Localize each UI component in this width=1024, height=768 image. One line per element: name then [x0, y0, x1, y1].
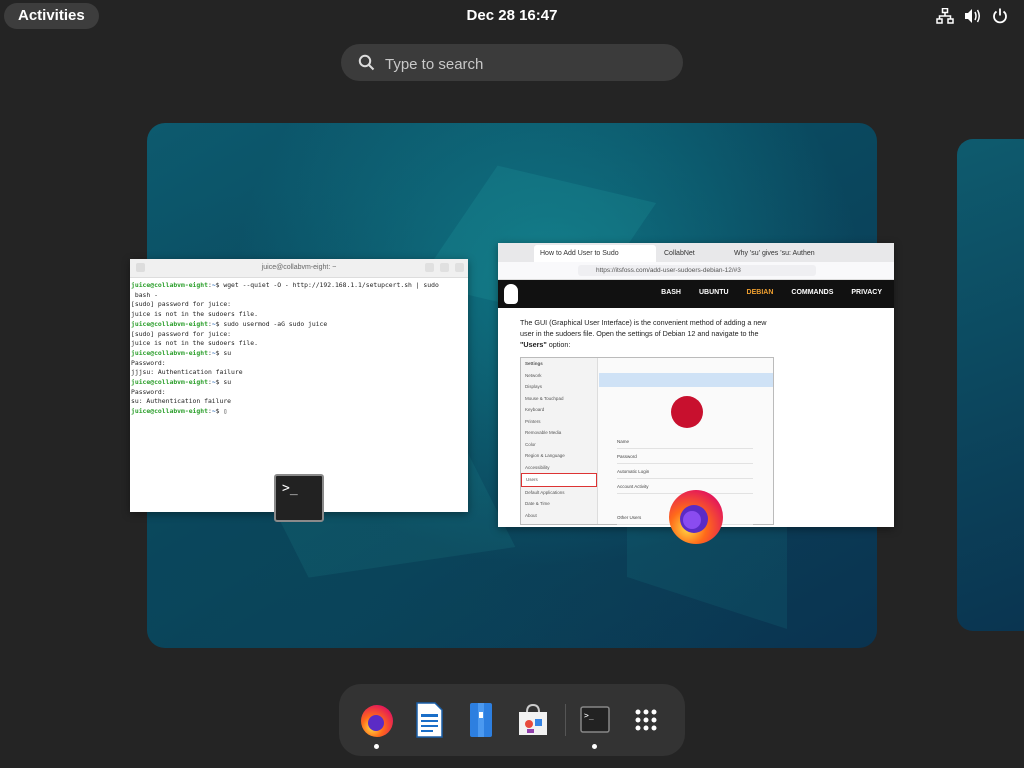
- settings-sidebar-item: Printers: [525, 418, 541, 424]
- terminal-icon[interactable]: >_: [575, 700, 615, 740]
- terminal-line: [sudo] password for juice:: [131, 300, 232, 309]
- tab-strip: How to Add User to Sudo CollabNet Why 's…: [498, 243, 894, 262]
- terminal-line: juice@collabvm-eight:~$ ▯: [131, 407, 228, 416]
- menu-icon: [440, 263, 449, 272]
- system-menu[interactable]: [936, 7, 1010, 24]
- settings-sidebar-item: Color: [525, 441, 536, 447]
- power-icon[interactable]: [992, 8, 1010, 24]
- software-icon[interactable]: [513, 700, 553, 740]
- clock[interactable]: Dec 28 16:47: [0, 7, 1024, 24]
- settings-row: Automatic Login: [617, 466, 753, 479]
- settings-sidebar-item: Removable Media: [525, 430, 562, 435]
- tab[interactable]: CollabNet: [658, 245, 730, 262]
- settings-screenshot: Settings Network Displays Mouse & Touchpad K…: [520, 357, 774, 525]
- url-field[interactable]: https://itsfoss.com/add-user-sudoers-deb…: [578, 265, 816, 276]
- terminal-line: su: Authentication failure: [131, 397, 232, 406]
- settings-row: Password: [617, 451, 753, 464]
- writer-icon[interactable]: [409, 700, 449, 740]
- terminal-line: bash -: [131, 290, 158, 299]
- terminal-output: juice@collabvm-eight:~$ wget --quiet -O …: [131, 281, 468, 417]
- settings-sidebar-item: Mouse & Touchpad: [525, 395, 564, 401]
- debian-logo: [671, 396, 703, 428]
- terminal-line: juice is not in the sudoers file.: [131, 310, 258, 319]
- tab[interactable]: Why 'su' gives 'su: Authen: [728, 245, 840, 262]
- search-bar[interactable]: [341, 44, 683, 81]
- search-icon: [425, 263, 434, 272]
- terminal-title: juice@collabvm-eight: ~: [261, 264, 337, 271]
- terminal-line: Password:: [131, 358, 166, 367]
- dash: >_: [339, 684, 685, 756]
- search-input[interactable]: [383, 50, 667, 78]
- site-nav: BASH UBUNTU DEBIAN COMMANDS PRIVACY: [498, 280, 894, 308]
- nav-debian[interactable]: DEBIAN: [747, 289, 774, 296]
- settings-sidebar: Settings Network Displays Mouse & Touchpad K…: [521, 358, 598, 524]
- terminal-line: jjjsu: Authentication failure: [131, 368, 243, 377]
- nav-commands[interactable]: COMMANDS: [791, 289, 833, 296]
- url-bar[interactable]: https://itsfoss.com/add-user-sudoers-deb…: [498, 262, 894, 280]
- nav-privacy[interactable]: PRIVACY: [851, 289, 882, 296]
- settings-sidebar-item: Displays: [525, 384, 543, 389]
- settings-sidebar-item: Users: [521, 473, 597, 487]
- new-tab-icon: [136, 263, 145, 272]
- svg-text:>_: >_: [584, 711, 594, 720]
- settings-sidebar-item: Keyboard: [525, 407, 545, 412]
- settings-sidebar-item: Default Applications: [525, 489, 565, 495]
- settings-sidebar-item: Region & Language: [525, 453, 565, 458]
- running-indicator: [592, 744, 597, 749]
- files-icon[interactable]: [461, 700, 501, 740]
- terminal-header: juice@collabvm-eight: ~: [130, 259, 468, 278]
- settings-sidebar-item: Date & Time: [525, 501, 550, 506]
- terminal-line: juice@collabvm-eight:~$ su: [131, 378, 232, 387]
- terminal-line: [sudo] password for juice:: [131, 329, 232, 338]
- settings-sidebar-item: Network: [525, 372, 542, 378]
- tab-active[interactable]: How to Add User to Sudo: [534, 245, 656, 262]
- volume-icon[interactable]: [964, 8, 982, 24]
- search-icon: [358, 54, 375, 71]
- terminal-line: juice is not in the sudoers file.: [131, 339, 258, 348]
- site-logo: [504, 284, 518, 304]
- terminal-line: juice@collabvm-eight:~$ sudo usermod -aG…: [131, 319, 328, 328]
- settings-sidebar-item: Accessibility: [525, 464, 550, 470]
- terminal-app-icon: >_: [274, 474, 324, 522]
- close-icon: [455, 263, 464, 272]
- nav-bash[interactable]: BASH: [661, 289, 681, 296]
- network-icon[interactable]: [936, 7, 954, 24]
- dock-separator: [565, 704, 566, 736]
- firefox-app-icon: [669, 490, 723, 544]
- running-indicator: [374, 744, 379, 749]
- top-bar: Activities Dec 28 16:47: [0, 0, 1024, 32]
- firefox-icon[interactable]: [357, 700, 397, 740]
- article-paragraph: The GUI (Graphical User Interface) is th…: [520, 318, 767, 349]
- terminal-line: Password:: [131, 387, 166, 396]
- settings-banner: [599, 373, 773, 387]
- next-workspace-thumbnail[interactable]: [957, 139, 1024, 631]
- settings-row: Name: [617, 436, 753, 449]
- terminal-window-controls: [425, 263, 464, 272]
- settings-sidebar-item: About: [525, 512, 537, 518]
- app-grid-icon[interactable]: [626, 700, 666, 740]
- terminal-line: juice@collabvm-eight:~$ wget --quiet -O …: [131, 281, 439, 289]
- terminal-line: juice@collabvm-eight:~$ su: [131, 348, 232, 357]
- nav-ubuntu[interactable]: UBUNTU: [699, 289, 729, 296]
- settings-title: Settings: [525, 361, 543, 366]
